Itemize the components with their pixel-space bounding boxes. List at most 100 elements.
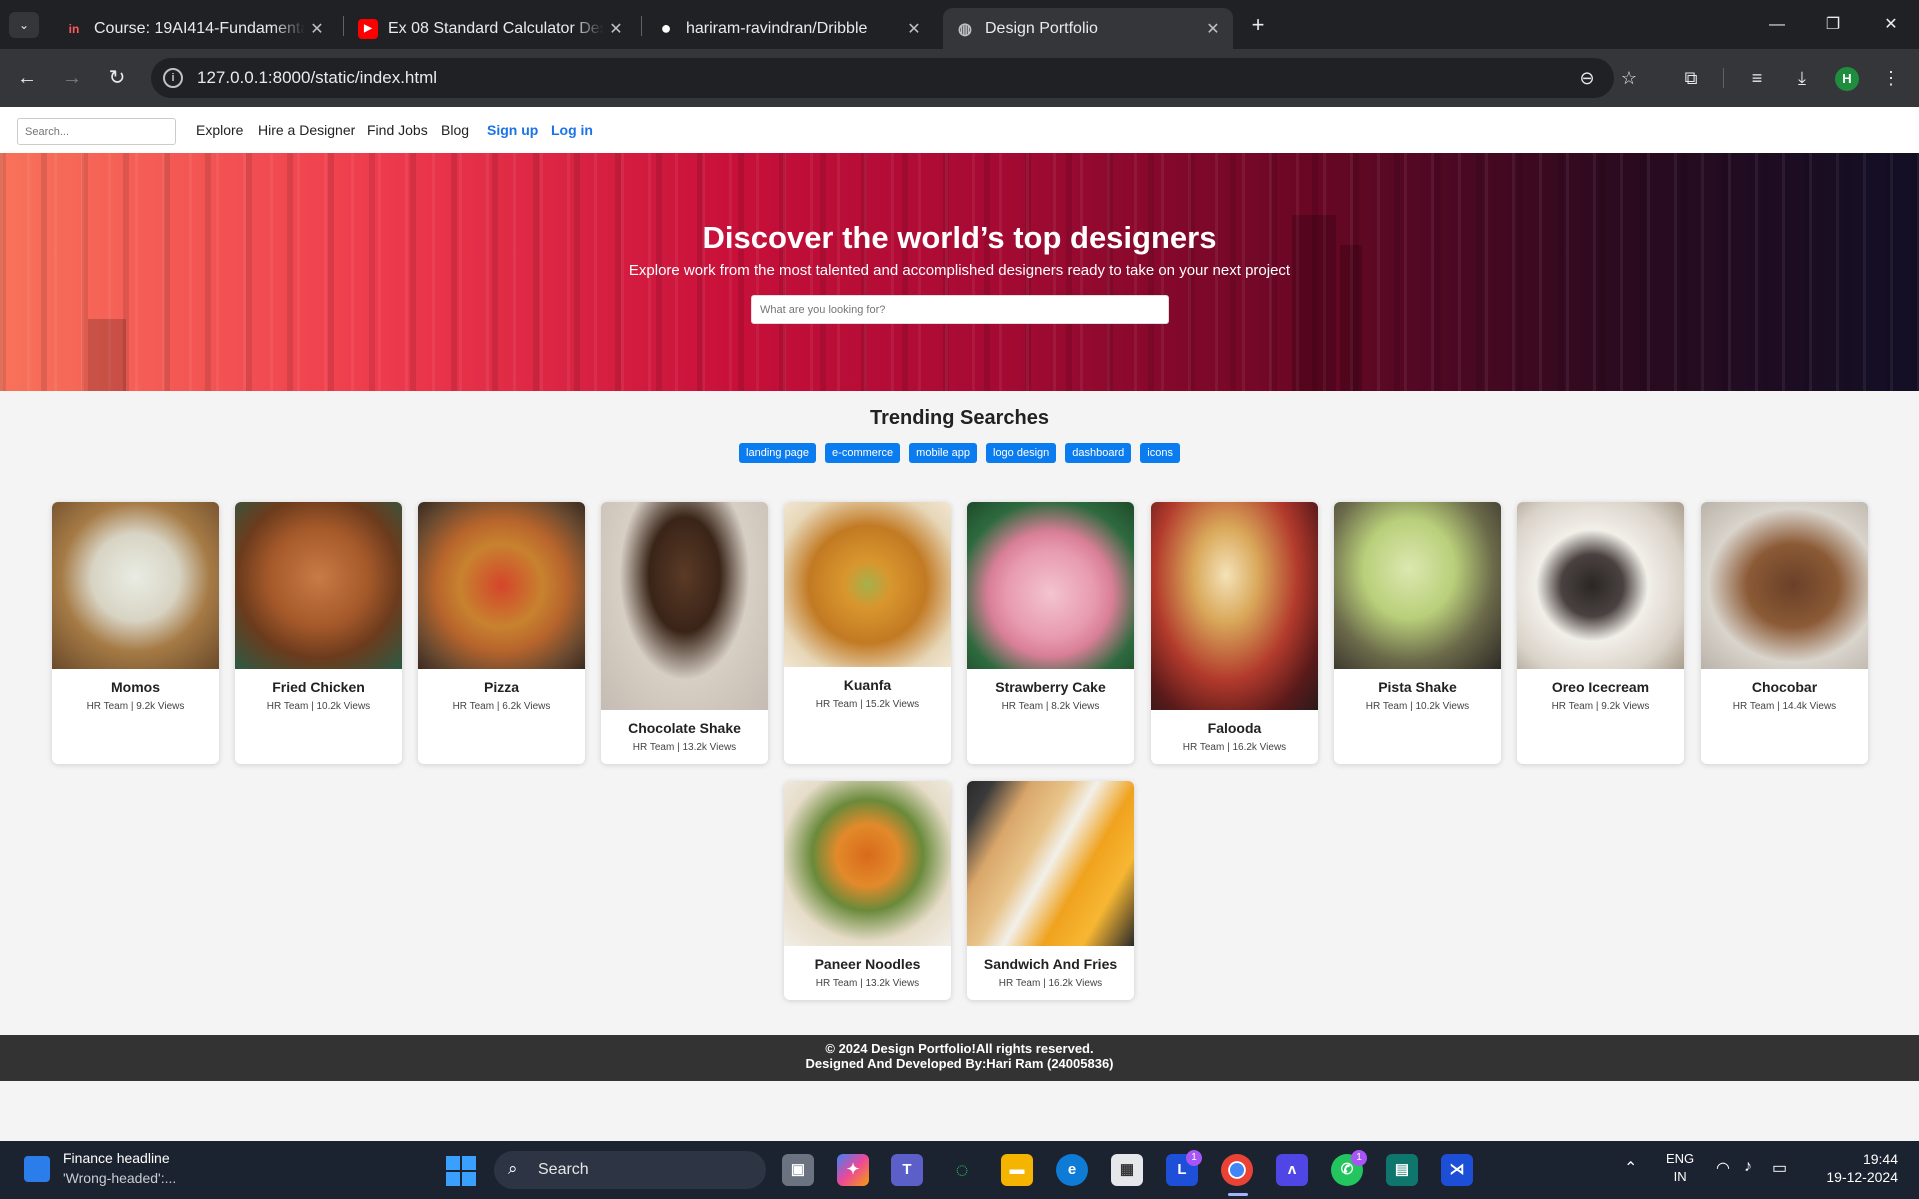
address-url[interactable]: 127.0.0.1:8000/static/index.html [197,68,437,88]
notification-badge: 1 [1186,1150,1202,1166]
back-arrow-icon[interactable]: ← [12,63,42,93]
wifi-icon[interactable]: ◠ [1716,1158,1730,1178]
notes-icon[interactable]: ▤ [1386,1154,1418,1186]
notification-badge: 1 [1351,1150,1367,1166]
design-card[interactable]: Pizza HR Team | 6.2k Views [418,502,585,764]
teams-icon[interactable]: T [891,1154,923,1186]
design-card[interactable]: Paneer Noodles HR Team | 13.2k Views [784,781,951,1000]
hero-subtitle: Explore work from the most talented and … [628,262,1291,279]
edge-icon[interactable]: e [1056,1154,1088,1186]
close-icon[interactable]: ✕ [305,19,329,39]
media-control-icon[interactable]: ≡ [1742,63,1772,93]
card-image [601,502,768,710]
card-image [967,781,1134,946]
design-card[interactable]: Momos HR Team | 9.2k Views [52,502,219,764]
tab-title: Design Portfolio [985,19,1098,37]
signup-link[interactable]: Sign up [487,122,538,138]
card-title: Falooda [1207,720,1262,736]
tag-dashboard[interactable]: dashboard [1065,443,1132,463]
site-search-input[interactable] [17,118,176,145]
tag-icons[interactable]: icons [1140,443,1180,463]
design-card[interactable]: Chocobar HR Team | 14.4k Views [1701,502,1868,764]
folder-icon[interactable]: ▬ [1001,1154,1033,1186]
card-title: Pizza [483,679,519,695]
copilot-icon[interactable]: ✦ [837,1154,869,1186]
news-widget-icon[interactable] [24,1156,50,1182]
design-card[interactable]: Fried Chicken HR Team | 10.2k Views [235,502,402,764]
extensions-puzzle-icon[interactable]: ⧉ [1676,63,1706,93]
volume-icon[interactable]: ♪ [1744,1158,1752,1176]
trending-tags: landing page e-commerce mobile app logo … [0,443,1919,463]
design-card[interactable]: Chocolate Shake HR Team | 13.2k Views [601,502,768,764]
battery-icon[interactable]: ▭ [1772,1158,1787,1178]
news-subheadline[interactable]: 'Wrong-headed':... [63,1170,176,1186]
card-image [1334,502,1501,669]
close-icon[interactable]: ✕ [1201,19,1225,39]
design-card[interactable]: Sandwich And Fries HR Team | 16.2k Views [967,781,1134,1000]
nav-blog-link[interactable]: Blog [441,122,469,138]
card-image [1151,502,1318,710]
restore-icon[interactable]: ❐ [1818,10,1848,40]
nav-explore-link[interactable]: Explore [196,122,243,138]
design-card[interactable]: Oreo Icecream HR Team | 9.2k Views [1517,502,1684,764]
tag-landing-page[interactable]: landing page [739,443,817,463]
store-icon[interactable]: ▦ [1111,1154,1143,1186]
new-tab-plus-icon[interactable]: + [1244,12,1272,38]
card-meta: HR Team | 16.2k Views [1182,742,1287,753]
bookmark-star-icon[interactable]: ☆ [1617,66,1641,90]
design-card[interactable]: Strawberry Cake HR Team | 8.2k Views [967,502,1134,764]
card-title: Paneer Noodles [814,956,921,972]
close-icon[interactable]: ✕ [902,19,926,39]
refresh-app-icon[interactable]: ◌ [946,1154,978,1186]
profile-avatar[interactable]: H [1835,67,1859,91]
hero-banner: Discover the world’s top designers Explo… [0,153,1919,391]
design-card[interactable]: Falooda HR Team | 16.2k Views [1151,502,1318,764]
language-indicator[interactable]: ENG IN [1666,1150,1694,1186]
address-bar[interactable]: i 127.0.0.1:8000/static/index.html ⊖ ☆ [151,58,1637,98]
tag-logo-design[interactable]: logo design [986,443,1057,463]
system-clock[interactable]: 19:44 19-12-2024 [1818,1150,1898,1186]
windows-start-icon[interactable] [446,1156,476,1186]
card-title: Oreo Icecream [1551,679,1650,695]
card-title: Sandwich And Fries [983,956,1118,972]
tab-title: Ex 08 Standard Calculator Desig [388,19,604,37]
nav-hire-designer-link[interactable]: Hire a Designer [258,122,355,138]
tab-search-chevron-icon[interactable]: ⌄ [9,12,39,38]
site-info-icon[interactable]: i [163,68,183,88]
download-icon[interactable]: ⤓ [1787,63,1817,93]
card-image [235,502,402,669]
design-card[interactable]: Kuanfa HR Team | 15.2k Views [784,502,951,764]
app-icon[interactable]: ʌ [1276,1154,1308,1186]
chevron-up-icon[interactable]: ⌃ [1624,1158,1637,1178]
card-image [1517,502,1684,669]
tab-course[interactable]: in Course: 19AI414-Fundamentals ✕ [52,8,337,49]
news-headline[interactable]: Finance headline [63,1150,170,1166]
card-meta: HR Team | 8.2k Views [1001,701,1100,712]
taskbar-search-box[interactable]: ⌕ Search [494,1151,766,1189]
tab-github[interactable]: ● hariram-ravindran/Dribble ✕ [644,8,934,49]
close-icon[interactable]: ✕ [604,19,628,39]
zoom-out-icon[interactable]: ⊖ [1575,66,1599,90]
card-image [784,781,951,946]
browser-toolbar: ← → ↻ i 127.0.0.1:8000/static/index.html… [0,49,1919,107]
hero-search-input[interactable] [751,295,1169,324]
tag-mobile-app[interactable]: mobile app [909,443,977,463]
tab-divider [343,16,344,36]
tab-youtube[interactable]: ▶ Ex 08 Standard Calculator Desig ✕ [346,8,636,49]
minimize-icon[interactable]: — [1762,10,1792,40]
chrome-icon[interactable] [1221,1154,1253,1186]
design-card[interactable]: Pista Shake HR Team | 10.2k Views [1334,502,1501,764]
tag-e-commerce[interactable]: e-commerce [825,443,901,463]
reload-icon[interactable]: ↻ [102,63,132,93]
login-link[interactable]: Log in [551,122,593,138]
vscode-icon[interactable]: ⋊ [1441,1154,1473,1186]
card-title: Fried Chicken [272,679,365,695]
card-title: Momos [111,679,160,695]
forward-arrow-icon[interactable]: → [57,63,87,93]
menu-kebab-icon[interactable]: ⋮ [1876,63,1906,93]
tab-design-portfolio[interactable]: ◍ Design Portfolio ✕ [943,8,1233,49]
window-close-icon[interactable]: ✕ [1876,10,1906,40]
nav-find-jobs-link[interactable]: Find Jobs [367,122,428,138]
clock-time: 19:44 [1862,1151,1898,1167]
file-explorer-icon[interactable]: ▣ [782,1154,814,1186]
